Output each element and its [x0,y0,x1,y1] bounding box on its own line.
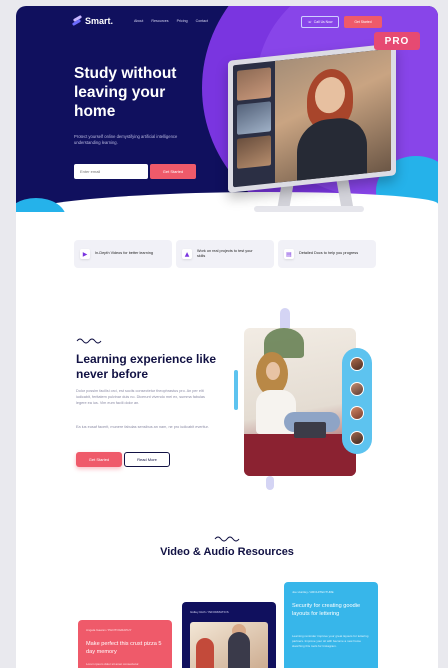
avatar[interactable] [350,381,364,396]
video-participant-thumb [237,135,271,169]
monitor-screen [233,48,391,188]
avatar[interactable] [350,357,364,372]
avatar[interactable] [350,406,364,421]
monitor-base [254,206,364,212]
nav-link-resources[interactable]: Resources [151,19,168,23]
nav-links: About Resources Pricing Contact [134,19,208,23]
learning-title: Learning experience like never before [76,352,217,381]
features-row: ▶ In-Depth Videos for better learning ▲ … [74,240,376,268]
participants-strip [342,348,372,454]
student-face [266,362,280,380]
resource-card[interactable]: Angela Gawan / PHOTOGRAPHY Make perfect … [78,620,172,668]
card-title: Make perfect this crust pizza 5 day memo… [86,641,162,655]
feature-card: ▶ In-Depth Videos for better learning [74,240,172,268]
learning-get-started-button[interactable]: Get Started [76,452,122,467]
card-tag: Angela Gawan / PHOTOGRAPHY [86,628,132,632]
hero-subtitle: Protect yourself online demystifying art… [74,134,178,145]
video-participant-thumb [237,67,271,101]
hero-decor-blue-left [16,198,66,212]
squiggle-decoration [214,536,240,542]
feature-text: Work on real projects to test your skill… [197,248,253,258]
card-description: Lorem ipsum dolor sit amet consectetur. [86,662,140,666]
learning-paragraph: Dolor possim facilisi orci, est sociis c… [76,389,205,405]
flame-icon: ▲ [182,249,192,259]
video-participant-thumb [237,101,271,135]
card-image [190,622,268,668]
card-description: Learning reminder improve your great lay… [292,634,369,648]
video-icon: ▶ [80,249,90,259]
logo-icon [71,14,83,27]
video-call-monitor-image [228,43,396,193]
read-more-button[interactable]: Read More [124,452,170,467]
avatar[interactable] [350,430,364,445]
decor-bar [234,370,238,410]
feature-card: ▤ Detailed Docs to help you progress [278,240,376,268]
document-icon: ▤ [284,249,294,259]
feature-card: ▲ Work on real projects to test your ski… [176,240,274,268]
speaker-body [297,115,367,183]
student-laptop-image [244,328,356,476]
email-input[interactable] [74,164,148,179]
feature-text: In-Depth Videos for better learning [95,251,153,256]
top-nav: Smart. About Resources Pricing Contact ☏… [71,14,432,32]
call-us-button[interactable]: ☏ Call Us Now [301,16,339,28]
feature-text: Detailed Docs to help you progress [299,251,359,256]
card-image-person [196,638,214,668]
pro-badge: PRO [374,32,420,50]
hero-get-started-button[interactable]: Get Started [150,164,196,179]
squiggle-decoration [76,338,102,344]
card-title: Security for creating goodie layouts for… [292,603,361,617]
card-tag: Gidley Roth / INFORMATICS [190,610,229,614]
card-image-person [228,632,250,668]
laptop-shape [294,422,326,438]
decor-bar [266,476,274,490]
nav-link-contact[interactable]: Contact [196,19,208,23]
resources-title: Video & Audio Resources [160,546,294,558]
sofa-shape [244,434,356,476]
logo[interactable]: Smart. [71,14,114,27]
resource-card[interactable]: Joe Huntley / ARCHITECTURE Security for … [284,582,378,668]
learning-paragraph: Ea ius eusaf facerit, munere fabulas sen… [76,425,209,429]
phone-icon: ☏ [307,20,312,24]
resource-card[interactable]: Gidley Roth / INFORMATICS [182,602,276,668]
nav-link-about[interactable]: About [134,19,143,23]
hero-decor-wave [16,192,438,212]
card-tag: Joe Huntley / ARCHITECTURE [292,590,334,594]
landing-page: Smart. About Resources Pricing Contact ☏… [16,6,438,668]
hero-title: Study without leaving your home [74,65,177,120]
call-us-label: Call Us Now [313,20,333,24]
logo-text: Smart. [85,16,114,26]
nav-get-started-button[interactable]: Get Started [344,16,382,28]
nav-link-pricing[interactable]: Pricing [177,19,188,23]
video-main-speaker [275,48,391,183]
